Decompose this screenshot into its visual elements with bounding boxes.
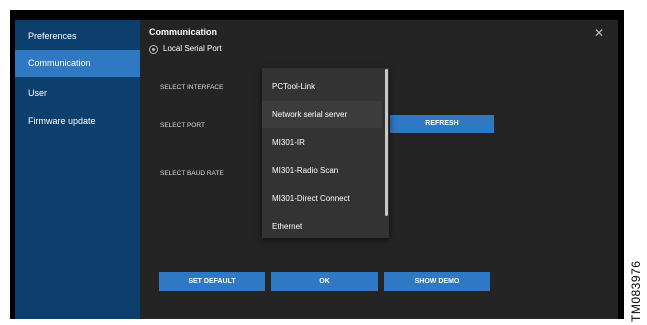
radio-label: Local Serial Port: [163, 44, 222, 53]
sidebar-item-firmware-update[interactable]: Firmware update: [15, 108, 140, 135]
refresh-button[interactable]: REFRESH: [390, 115, 494, 133]
dropdown-option-pctool-link[interactable]: PCTool-Link: [262, 73, 382, 100]
sidebar-title: Preferences: [28, 31, 77, 41]
radio-icon[interactable]: [149, 45, 158, 54]
sidebar-item-user[interactable]: User: [15, 80, 140, 107]
panel-title: Communication: [149, 27, 218, 37]
select-port-label: SELECT PORT: [160, 122, 205, 129]
dropdown-option-ethernet[interactable]: Ethernet: [262, 213, 382, 240]
dropdown-scrollbar[interactable]: [385, 69, 388, 216]
set-default-button[interactable]: SET DEFAULT: [159, 272, 265, 291]
select-interface-label: SELECT INTERFACE: [160, 84, 224, 91]
select-baud-rate-label: SELECT BAUD RATE: [160, 170, 224, 177]
interface-dropdown-menu[interactable]: PCTool-Link Network serial server MI301-…: [262, 68, 389, 238]
sidebar: Preferences Communication User Firmware …: [15, 20, 140, 319]
document-id-watermark: TM083976: [629, 260, 643, 322]
sidebar-item-communication[interactable]: Communication: [15, 50, 140, 77]
dropdown-option-mi301-radio-scan[interactable]: MI301-Radio Scan: [262, 157, 382, 184]
dropdown-option-mi301-direct-connect[interactable]: MI301-Direct Connect: [262, 185, 382, 212]
dropdown-option-network-serial-server[interactable]: Network serial server: [262, 101, 382, 128]
close-icon[interactable]: ✕: [594, 26, 604, 40]
ok-button[interactable]: OK: [271, 272, 378, 291]
show-demo-button[interactable]: SHOW DEMO: [384, 272, 490, 291]
dropdown-option-mi301-ir[interactable]: MI301-IR: [262, 129, 382, 156]
